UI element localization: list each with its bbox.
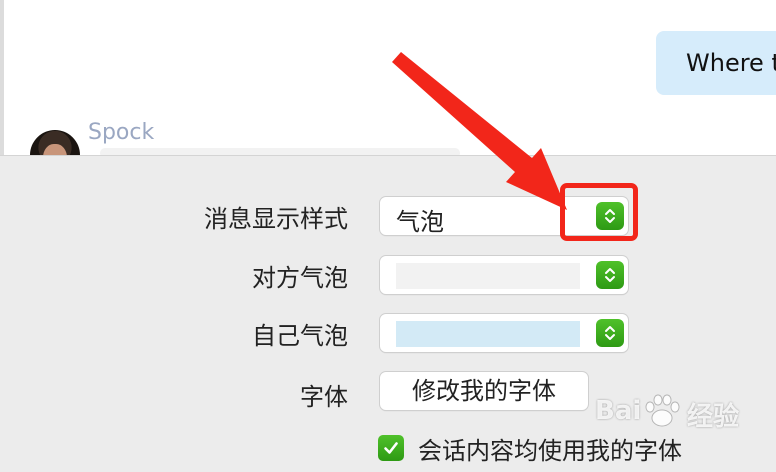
chat-preview: Where t Spock: [0, 0, 776, 156]
outgoing-message-bubble: Where t: [656, 31, 776, 95]
avatar: [30, 130, 80, 155]
my-bubble-label: 自己气泡: [252, 322, 348, 350]
message-style-value: 气泡: [396, 208, 444, 236]
their-bubble-color-select[interactable]: [380, 256, 628, 294]
outgoing-message-text: Where t: [686, 49, 776, 77]
baidu-watermark: Bai 经验: [595, 388, 765, 438]
watermark-brand: Bai: [595, 396, 642, 426]
annotation-highlight-box: [560, 183, 638, 241]
incoming-message-bubble: [100, 148, 460, 155]
sender-name: Spock: [88, 120, 155, 145]
font-label: 字体: [300, 383, 348, 411]
my-bubble-color-select[interactable]: [380, 314, 628, 352]
my-bubble-color-swatch: [396, 321, 580, 347]
preview-border: [0, 0, 4, 155]
message-style-label: 消息显示样式: [204, 205, 348, 233]
up-down-chevron-icon[interactable]: [596, 319, 624, 347]
watermark-suffix: 经验: [687, 402, 740, 432]
checkmark-icon[interactable]: [378, 435, 404, 461]
up-down-chevron-icon[interactable]: [596, 261, 624, 289]
preferences-window: Where t Spock 消息显示样式 气泡 对方气泡 自己气泡 字体 修改我…: [0, 0, 776, 472]
their-bubble-color-swatch: [396, 263, 580, 289]
paw-icon: [645, 394, 680, 427]
change-font-button[interactable]: 修改我的字体: [380, 372, 588, 410]
their-bubble-label: 对方气泡: [252, 264, 348, 292]
